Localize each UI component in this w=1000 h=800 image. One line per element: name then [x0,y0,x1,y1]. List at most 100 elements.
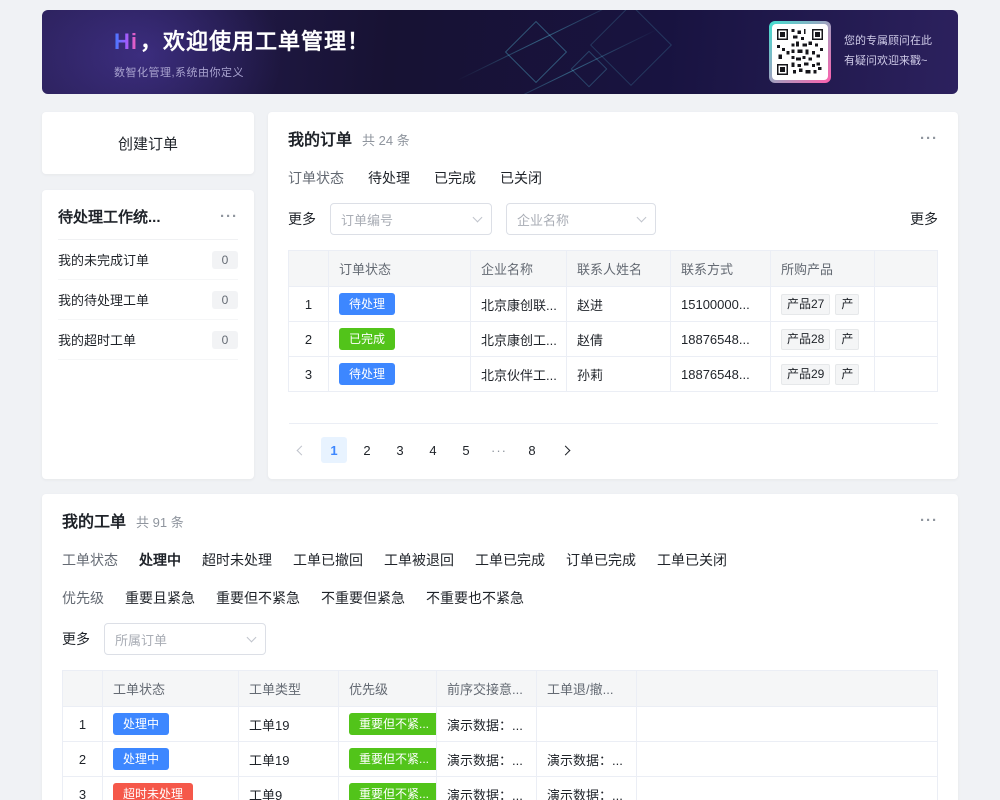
order-number-select[interactable]: 订单编号 [330,203,492,235]
workorder-table-row[interactable]: 2 处理中 工单19 重要但不紧... 演示数据：... 演示数据：... [63,742,938,777]
more-icon[interactable]: ··· [920,513,938,528]
order-status-filter-row: 订单状态 待处理 已完成 已关闭 [288,168,938,188]
cell-handover: 演示数据：... [437,707,537,742]
order-number-select-placeholder: 订单编号 [341,210,393,229]
product-tag: 产品29 [781,364,830,385]
priority-option-not-important-not-urgent[interactable]: 不重要也不紧急 [426,588,524,608]
welcome-banner: Hi，欢迎使用工单管理！ 数智化管理,系统由你定义 [42,10,958,94]
banner-decoration-cube [590,10,672,86]
filter-option-order-done[interactable]: 订单已完成 [566,550,636,570]
product-tag-truncated: 产 [835,329,859,350]
cell-extra [875,357,938,392]
cell-company: 北京康创工... [471,322,567,357]
chevron-down-icon [637,213,647,223]
workorders-col-handover: 前序交接意... [437,671,537,707]
cell-products: 产品29产 [771,357,875,392]
cell-type: 工单19 [239,742,339,777]
filter-option-returned[interactable]: 工单被退回 [384,550,454,570]
cell-contact: 孙莉 [567,357,671,392]
filter-option-closed[interactable]: 工单已关闭 [657,550,727,570]
qr-code-icon [772,24,828,80]
stats-item-label: 我的待处理工单 [58,290,149,309]
orders-table-header-row: 订单状态 企业名称 联系人姓名 联系方式 所购产品 [289,251,938,287]
status-badge: 已完成 [339,328,395,350]
filter-option-pending[interactable]: 待处理 [368,168,410,188]
page: Hi，欢迎使用工单管理！ 数智化管理,系统由你定义 [0,0,1000,800]
page-button[interactable]: 5 [453,437,479,463]
priority-option-important-urgent[interactable]: 重要且紧急 [125,588,195,608]
workorder-table-row[interactable]: 3 超时未处理 工单9 重要但不紧... 演示数据：... 演示数据：... [63,777,938,800]
workorders-more-toggle[interactable]: 更多 [62,629,90,649]
cell-status: 超时未处理 [103,777,239,800]
cell-extra [875,322,938,357]
parent-order-select[interactable]: 所属订单 [104,623,266,655]
qr-tip-line2: 有疑问欢迎来戳~ [844,52,932,72]
stats-item-unfinished-orders[interactable]: 我的未完成订单 0 [58,240,238,280]
cell-status: 已完成 [329,322,471,357]
page-button[interactable]: 4 [420,437,446,463]
order-table-row[interactable]: 1 待处理 北京康创联... 赵进 15100000... 产品27产 [289,287,938,322]
orders-col-index [289,251,329,287]
workorders-col-index [63,671,103,707]
page-button[interactable]: 2 [354,437,380,463]
more-icon[interactable]: ··· [220,209,238,224]
banner-right: 您的专属顾问在此 有疑问欢迎来戳~ [769,21,932,83]
product-tag: 产品28 [781,329,830,350]
orders-more-link[interactable]: 更多 [910,209,938,229]
page-button[interactable]: 1 [321,437,347,463]
order-table-row[interactable]: 3 待处理 北京伙伴工... 孙莉 18876548... 产品29产 [289,357,938,392]
create-order-button[interactable]: 创建订单 [42,112,254,174]
status-badge: 超时未处理 [113,783,193,800]
filter-option-closed[interactable]: 已关闭 [500,168,542,188]
stats-item-overdue-workorders[interactable]: 我的超时工单 0 [58,320,238,360]
filter-option-workorder-done[interactable]: 工单已完成 [475,550,545,570]
qr-tip: 您的专属顾问在此 有疑问欢迎来戳~ [844,32,932,72]
banner-decoration-cube [571,51,608,88]
page-button[interactable]: 3 [387,437,413,463]
stats-item-count: 0 [212,251,238,269]
cell-company: 北京伙伴工... [471,357,567,392]
filter-option-completed[interactable]: 已完成 [434,168,476,188]
cell-index: 1 [289,287,329,322]
workorders-col-type: 工单类型 [239,671,339,707]
priority-badge: 重要但不紧... [349,748,437,770]
workorders-table: 工单状态 工单类型 优先级 前序交接意... 工单退/撤... 1 处理中 工单… [62,670,938,800]
cell-return: 演示数据：... [537,742,637,777]
next-page-icon[interactable] [552,437,578,463]
prev-page-icon[interactable] [288,437,314,463]
more-icon[interactable]: ··· [920,131,938,146]
cell-extra [637,742,938,777]
filter-option-overdue[interactable]: 超时未处理 [202,550,272,570]
stats-item-pending-workorders[interactable]: 我的待处理工单 0 [58,280,238,320]
banner-decoration-line [457,10,628,81]
cell-return: 演示数据：... [537,777,637,800]
status-badge: 处理中 [113,748,169,770]
top-section: 创建订单 待处理工作统... ··· 我的未完成订单 0 我的待处理工单 0 我… [42,112,958,479]
status-badge: 处理中 [113,713,169,735]
cell-phone: 18876548... [671,322,771,357]
cell-phone: 15100000... [671,287,771,322]
workorders-col-return: 工单退/撤... [537,671,637,707]
filter-option-withdrawn[interactable]: 工单已撤回 [293,550,363,570]
workorder-status-filter-label: 工单状态 [62,550,118,570]
priority-badge: 重要但不紧... [349,713,437,735]
cell-handover: 演示数据：... [437,742,537,777]
orders-more-toggle[interactable]: 更多 [288,209,316,229]
orders-more-filter-row: 更多 订单编号 企业名称 更多 [288,203,938,235]
cell-priority: 重要但不紧... [339,777,437,800]
product-tag-truncated: 产 [835,294,859,315]
priority-option-important-not-urgent[interactable]: 重要但不紧急 [216,588,300,608]
company-name-select[interactable]: 企业名称 [506,203,656,235]
status-badge: 待处理 [339,363,395,385]
workorders-col-extra [637,671,938,707]
page-button[interactable]: 8 [519,437,545,463]
sidebar: 创建订单 待处理工作统... ··· 我的未完成订单 0 我的待处理工单 0 我… [42,112,254,479]
orders-pagination: 1 2 3 4 5 ··· 8 [288,437,938,463]
my-workorders-panel: 我的工单 共 91 条 ··· 工单状态 处理中 超时未处理 工单已撤回 工单被… [42,494,958,800]
filter-option-processing[interactable]: 处理中 [139,550,181,570]
workorders-table-header-row: 工单状态 工单类型 优先级 前序交接意... 工单退/撤... [63,671,938,707]
workorder-table-row[interactable]: 1 处理中 工单19 重要但不紧... 演示数据：... [63,707,938,742]
workorders-col-status: 工单状态 [103,671,239,707]
priority-option-not-important-urgent[interactable]: 不重要但紧急 [321,588,405,608]
order-table-row[interactable]: 2 已完成 北京康创工... 赵倩 18876548... 产品28产 [289,322,938,357]
